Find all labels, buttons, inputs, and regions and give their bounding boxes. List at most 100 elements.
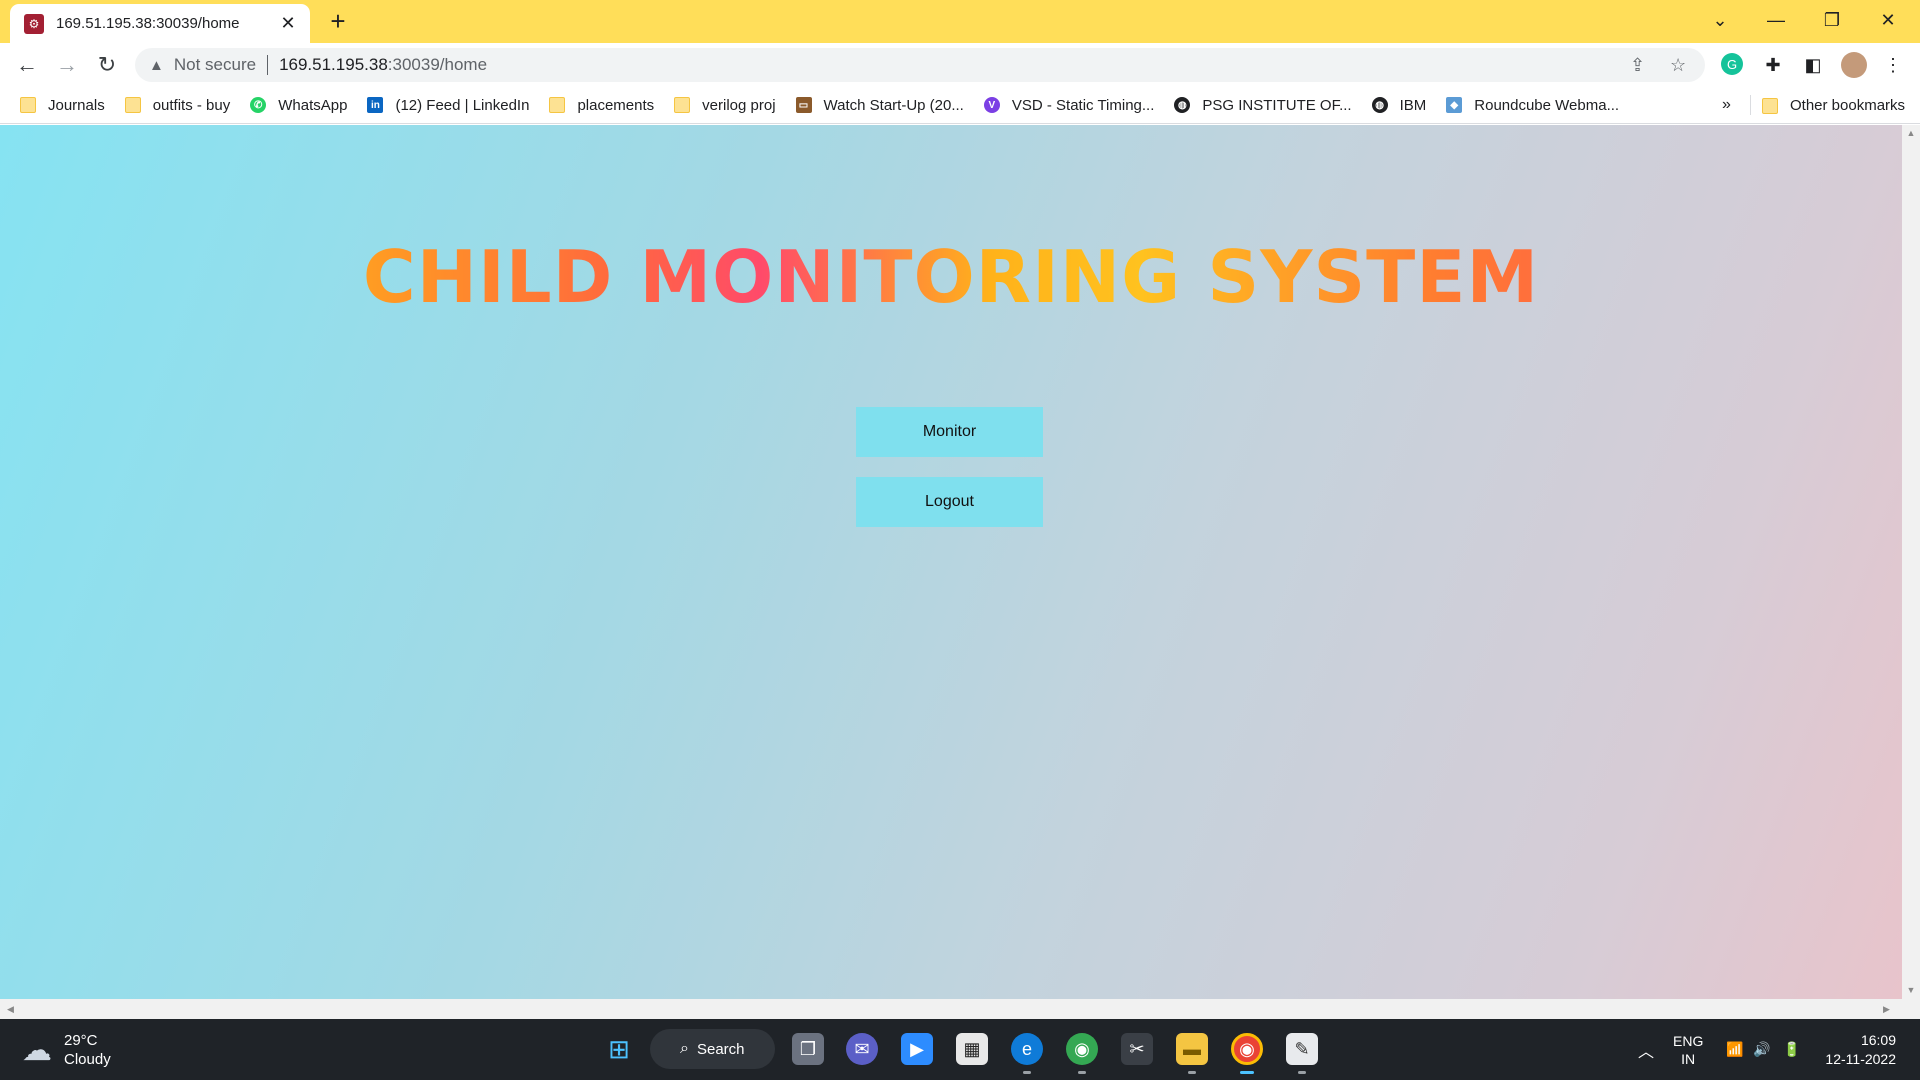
- globe-icon: ◍: [1371, 97, 1388, 113]
- share-icon[interactable]: ⇪: [1630, 55, 1645, 76]
- back-button[interactable]: ←: [11, 49, 43, 81]
- weather-widget[interactable]: ☁ 29°C Cloudy: [22, 1031, 111, 1069]
- bookmark-label: PSG INSTITUTE OF...: [1202, 96, 1352, 114]
- bookmark-label: IBM: [1399, 96, 1427, 114]
- folder-icon: [674, 97, 691, 113]
- scroll-up-icon[interactable]: ▲: [1902, 125, 1920, 142]
- minimize-button[interactable]: —: [1748, 0, 1804, 40]
- url-path: :30039/home: [387, 55, 488, 74]
- grammarly-extension-icon[interactable]: G: [1721, 53, 1743, 75]
- folder-icon: [1762, 97, 1778, 114]
- task-view-icon[interactable]: ❐: [792, 1033, 824, 1065]
- notepad-running-indicator: [1298, 1071, 1306, 1074]
- bookmarks-bar: Journals outfits - buy ✆ WhatsApp in (12) …: [0, 87, 1920, 124]
- bookmark-label: Journals: [48, 96, 105, 114]
- folder-icon: [20, 97, 36, 113]
- security-status[interactable]: Not secure: [174, 55, 256, 75]
- snipping-tool-icon[interactable]: ✂: [1121, 1033, 1153, 1065]
- extensions-puzzle-icon[interactable]: ✚: [1761, 53, 1785, 77]
- tab-close-icon[interactable]: ✕: [278, 13, 298, 34]
- taskbar-search[interactable]: ⌕ Search: [650, 1029, 775, 1069]
- tab-title: 169.51.195.38:30039/home: [56, 15, 240, 32]
- bookmark-label: verilog proj: [702, 96, 776, 114]
- horizontal-scrollbar[interactable]: ◀ ▶: [0, 999, 1920, 1019]
- windows-taskbar: ☁ 29°C Cloudy ⊞ ⌕ Search ❐ ✉ ▶ ▦ e ◉ ✂ ▬ …: [0, 1019, 1920, 1080]
- other-bookmarks-label: Other bookmarks: [1790, 97, 1906, 114]
- folder-icon: [124, 97, 141, 113]
- page-viewport: CHILD MONITORING SYSTEM Monitor Logout: [0, 125, 1902, 999]
- bookmark-vsd[interactable]: V VSD - Static Timing...: [983, 96, 1155, 114]
- bookmark-star-icon[interactable]: ☆: [1670, 55, 1686, 76]
- edge-icon[interactable]: e: [1011, 1033, 1043, 1065]
- bookmark-label: Roundcube Webma...: [1474, 96, 1620, 114]
- bookmarks-divider: [1750, 95, 1751, 115]
- site-favicon-icon: ⚙: [24, 13, 44, 34]
- language-indicator[interactable]: ENG IN: [1673, 1019, 1703, 1080]
- warning-icon: ▲: [149, 56, 164, 74]
- scroll-right-icon[interactable]: ▶: [1878, 999, 1895, 1019]
- bookmark-psg[interactable]: ◍ PSG INSTITUTE OF...: [1174, 96, 1352, 114]
- bookmark-outfits[interactable]: outfits - buy: [124, 97, 230, 114]
- app-window-icon[interactable]: ▦: [956, 1033, 988, 1065]
- address-divider: [267, 55, 269, 75]
- new-tab-button[interactable]: +: [322, 6, 354, 38]
- reload-button[interactable]: ↻: [91, 49, 123, 81]
- browser-title-bar: ⚙ 169.51.195.38:30039/home ✕ + ⌄ — ❐ ✕: [0, 0, 1920, 43]
- monitor-button[interactable]: Monitor: [856, 407, 1043, 457]
- search-icon: ⌕: [680, 1040, 689, 1057]
- side-panel-icon[interactable]: ◧: [1801, 53, 1825, 77]
- volume-icon[interactable]: 🔊: [1753, 1019, 1770, 1080]
- region-code: IN: [1681, 1050, 1696, 1067]
- bookmark-label: WhatsApp: [278, 96, 348, 114]
- clock-time: 16:09: [1860, 1032, 1896, 1048]
- chrome-icon[interactable]: ◉: [1231, 1033, 1263, 1065]
- explorer-running-indicator: [1188, 1071, 1196, 1074]
- scroll-down-icon[interactable]: ▼: [1902, 982, 1920, 999]
- clock-date: 12-11-2022: [1825, 1051, 1896, 1067]
- bookmark-label: Watch Start-Up (20...: [823, 96, 964, 114]
- tab-search-icon[interactable]: ⌄: [1692, 0, 1748, 40]
- browser-toolbar: ← → ↻ ▲ Not secure 169.51.195.38:30039/h…: [0, 43, 1920, 87]
- show-hidden-icons[interactable]: ︿: [1638, 1019, 1654, 1080]
- other-bookmarks[interactable]: Other bookmarks: [1762, 87, 1905, 124]
- url-text[interactable]: 169.51.195.38:30039/home: [279, 55, 487, 75]
- bookmark-label: VSD - Static Timing...: [1011, 96, 1155, 114]
- address-bar[interactable]: ▲ Not secure 169.51.195.38:30039/home ⇪ …: [135, 48, 1705, 82]
- bookmark-roundcube[interactable]: ◆ Roundcube Webma...: [1446, 97, 1619, 114]
- more-bookmarks-icon[interactable]: »: [1722, 96, 1731, 114]
- file-explorer-icon[interactable]: ▬: [1176, 1033, 1208, 1065]
- weather-temperature: 29°C: [64, 1032, 98, 1049]
- notepad-icon[interactable]: ✎: [1286, 1033, 1318, 1065]
- windows-start-icon[interactable]: ⊞: [603, 1033, 635, 1065]
- bookmark-placements[interactable]: placements: [549, 97, 654, 114]
- scroll-left-icon[interactable]: ◀: [2, 999, 19, 1019]
- globe-icon: ◍: [1174, 97, 1191, 113]
- url-host: 169.51.195.38: [279, 55, 388, 74]
- bookmark-whatsapp[interactable]: ✆ WhatsApp: [250, 97, 347, 114]
- linkedin-icon: in: [367, 97, 384, 113]
- close-window-button[interactable]: ✕: [1860, 0, 1916, 40]
- browser-tab-active[interactable]: ⚙ 169.51.195.38:30039/home ✕: [10, 4, 310, 43]
- tv-icon: ▭: [795, 97, 812, 113]
- edge-running-indicator: [1023, 1071, 1031, 1074]
- restore-button[interactable]: ❐: [1804, 0, 1860, 40]
- chrome-menu-icon[interactable]: ⋮: [1881, 53, 1905, 77]
- zoom-icon[interactable]: ▶: [901, 1033, 933, 1065]
- teams-chat-icon[interactable]: ✉: [846, 1033, 878, 1065]
- bookmark-verilog[interactable]: verilog proj: [674, 96, 776, 114]
- wifi-icon[interactable]: 📶: [1726, 1019, 1743, 1080]
- vertical-scrollbar[interactable]: ▲ ▼: [1902, 125, 1920, 999]
- cloud-icon: ☁: [22, 1033, 52, 1067]
- profile-avatar[interactable]: [1841, 52, 1867, 78]
- battery-icon[interactable]: 🔋: [1783, 1019, 1800, 1080]
- forward-button[interactable]: →: [51, 49, 83, 81]
- logout-button[interactable]: Logout: [856, 477, 1043, 527]
- bookmark-linkedin[interactable]: in (12) Feed | LinkedIn: [367, 97, 529, 114]
- system-clock[interactable]: 16:09 12-11-2022: [1810, 1031, 1896, 1069]
- chrome-profile-icon[interactable]: ◉: [1066, 1033, 1098, 1065]
- bookmark-journals[interactable]: Journals: [20, 97, 105, 114]
- page-title: CHILD MONITORING SYSTEM: [0, 235, 1902, 319]
- weather-condition: Cloudy: [64, 1051, 111, 1068]
- bookmark-ibm[interactable]: ◍ IBM: [1371, 96, 1427, 114]
- bookmark-startup[interactable]: ▭ Watch Start-Up (20...: [795, 96, 964, 114]
